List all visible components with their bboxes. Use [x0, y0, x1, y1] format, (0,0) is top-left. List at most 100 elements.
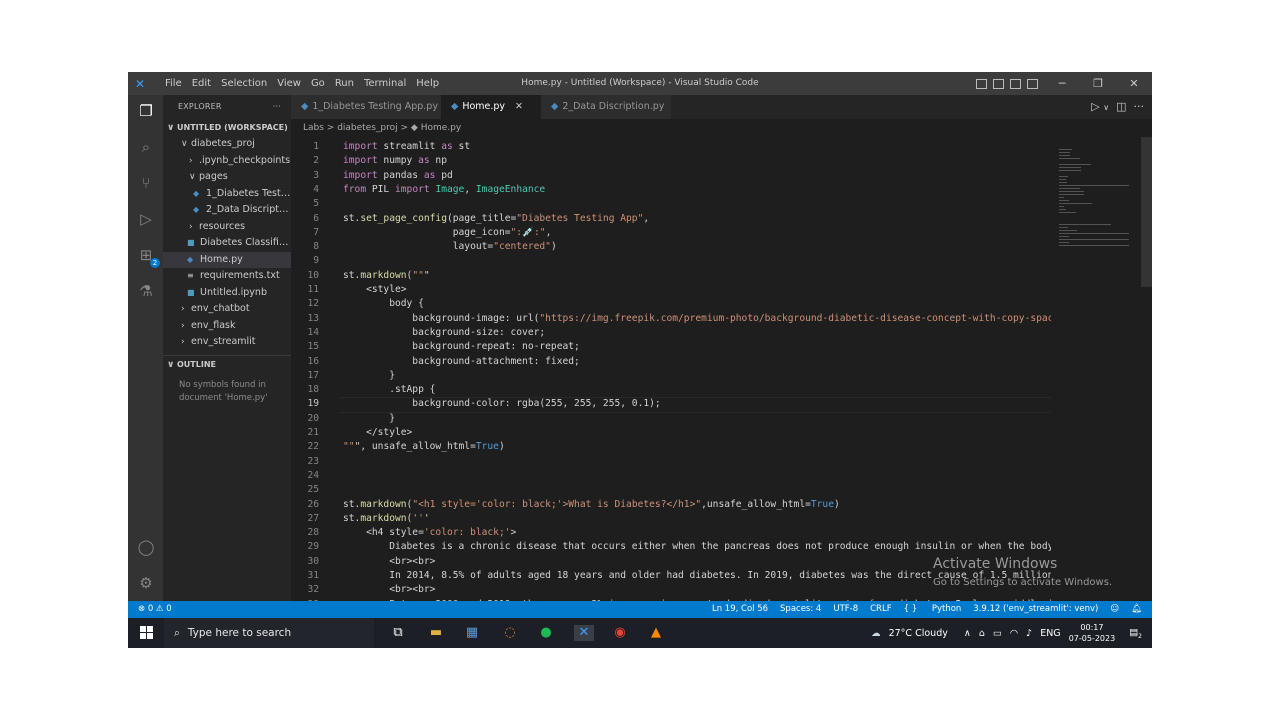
- minimize-button[interactable]: ─: [1044, 72, 1080, 95]
- code-line[interactable]: from PIL import Image, ImageEnhance: [343, 184, 545, 195]
- vscode-taskbar-icon[interactable]: ✕: [574, 625, 594, 641]
- jupyter-icon[interactable]: ◌: [502, 625, 518, 641]
- toggle-sidebar-icon[interactable]: [976, 78, 987, 89]
- code-line[interactable]: import numpy as np: [343, 155, 447, 166]
- testing-icon[interactable]: ⚗: [136, 281, 156, 301]
- code-line[interactable]: </style>: [343, 427, 412, 438]
- code-line[interactable]: }: [343, 413, 395, 424]
- code-line[interactable]: Diabetes is a chronic disease that occur…: [343, 541, 1051, 552]
- extensions-icon[interactable]: ⊞ 2: [136, 245, 160, 268]
- chevron-down-icon[interactable]: ∨: [1103, 103, 1109, 112]
- code-line[interactable]: .stApp {: [343, 384, 435, 395]
- code-line[interactable]: background-repeat: no-repeat;: [343, 341, 580, 352]
- folder-resources[interactable]: › resources: [163, 219, 291, 236]
- code-line[interactable]: layout="centered"): [343, 241, 557, 252]
- clock[interactable]: 00:17 07-05-2023: [1069, 622, 1116, 644]
- code-line[interactable]: import streamlit as st: [343, 141, 470, 152]
- outline-section[interactable]: ∨ OUTLINE: [163, 354, 291, 373]
- code-line[interactable]: background-image: url("https://img.freep…: [343, 313, 1051, 324]
- notifications-bell-icon[interactable]: 🔔︎: [1131, 601, 1142, 618]
- code-line[interactable]: <br><br>: [343, 584, 435, 595]
- code-line[interactable]: page_icon=":💉:",: [343, 227, 552, 238]
- weather-icon[interactable]: ☁: [871, 628, 881, 639]
- folder-pages[interactable]: ∨ pages: [163, 169, 291, 186]
- menu-selection[interactable]: Selection: [216, 72, 272, 95]
- file-diabetes-classification[interactable]: ■ Diabetes Classificat...: [163, 235, 291, 252]
- encoding[interactable]: UTF-8: [833, 601, 858, 618]
- notepad-icon[interactable]: ▦: [464, 625, 480, 641]
- run-debug-icon[interactable]: ▷: [136, 209, 156, 229]
- explorer-icon[interactable]: ❐: [136, 101, 156, 121]
- code-line[interactable]: st.markdown(''': [343, 513, 430, 524]
- file-home-py[interactable]: ◆ Home.py: [163, 251, 291, 268]
- spotify-icon[interactable]: ●: [538, 625, 554, 641]
- taskbar-search-box[interactable]: ⌕ Type here to search: [164, 618, 374, 648]
- code-line[interactable]: background-size: cover;: [343, 327, 545, 338]
- windows-start-icon[interactable]: [140, 626, 153, 639]
- code-line[interactable]: <br><br>: [343, 556, 435, 567]
- split-editor-icon[interactable]: ◫: [1116, 100, 1126, 113]
- volume-icon[interactable]: ♪: [1026, 628, 1032, 639]
- tab-diabetes-testing-app[interactable]: ◆ 1_Diabetes Testing App.py: [291, 95, 441, 119]
- code-line[interactable]: background-attachment: fixed;: [343, 356, 580, 367]
- file-untitled-ipynb[interactable]: ■ Untitled.ipynb: [163, 285, 291, 302]
- input-language[interactable]: ENG: [1040, 628, 1060, 639]
- breadcrumb[interactable]: Labs > diabetes_proj > ◆ Home.py: [291, 119, 1152, 137]
- task-view-icon[interactable]: ⧉: [390, 625, 406, 641]
- workspace-section[interactable]: ∨ UNTITLED (WORKSPACE): [163, 119, 291, 136]
- feedback-icon[interactable]: ☺: [1110, 601, 1119, 618]
- run-python-icon[interactable]: ▷: [1091, 100, 1099, 113]
- close-button[interactable]: ✕: [1116, 72, 1152, 95]
- code-line[interactable]: <style>: [343, 284, 406, 295]
- menu-view[interactable]: View: [272, 72, 306, 95]
- python-interpreter[interactable]: 3.9.12 ('env_streamlit': venv): [973, 601, 1098, 618]
- minimap[interactable]: [1051, 137, 1139, 601]
- more-actions-icon[interactable]: ···: [273, 95, 281, 119]
- folder-env-flask[interactable]: › env_flask: [163, 318, 291, 335]
- notification-center-icon[interactable]: ▤2: [1129, 627, 1142, 640]
- settings-gear-icon[interactable]: ⚙: [136, 573, 156, 593]
- indentation[interactable]: Spaces: 4: [780, 601, 821, 618]
- wifi-icon[interactable]: ◠: [1010, 628, 1018, 639]
- toggle-secondary-sidebar-icon[interactable]: [1010, 78, 1021, 89]
- menu-run[interactable]: Run: [330, 72, 359, 95]
- toggle-panel-icon[interactable]: [993, 78, 1004, 89]
- tab-home-py[interactable]: ◆ Home.py ✕: [441, 95, 541, 119]
- problems-indicator[interactable]: ⊗ 0 ⚠ 0: [138, 601, 172, 618]
- folder-env-streamlit[interactable]: › env_streamlit: [163, 334, 291, 351]
- code-line[interactable]: st.markdown("<h1 style='color: black;'>W…: [343, 499, 840, 510]
- code-line[interactable]: import pandas as pd: [343, 170, 453, 181]
- code-editor[interactable]: 1 import streamlit as st 2 import numpy as …: [291, 137, 1051, 601]
- file-data-discription[interactable]: ◆ 2_Data Discriptio...: [163, 202, 291, 219]
- source-control-icon[interactable]: ⑂: [136, 173, 156, 193]
- code-line[interactable]: background-color: rgba(255, 255, 255, 0.…: [343, 398, 660, 409]
- weather-text[interactable]: 27°C Cloudy: [889, 628, 948, 639]
- customize-layout-icon[interactable]: [1027, 78, 1038, 89]
- network-icon[interactable]: ⌂: [979, 628, 985, 639]
- folder-diabetes-proj[interactable]: ∨ diabetes_proj: [163, 136, 291, 153]
- language-mode[interactable]: { } Python: [904, 601, 962, 618]
- file-diabetes-testing[interactable]: ◆ 1_Diabetes Testin...: [163, 186, 291, 203]
- chevron-up-icon[interactable]: ∧: [964, 628, 971, 639]
- menu-go[interactable]: Go: [306, 72, 330, 95]
- code-line[interactable]: st.set_page_config(page_title="Diabetes …: [343, 213, 649, 224]
- code-line[interactable]: """, unsafe_allow_html=True): [343, 441, 505, 452]
- folder-env-chatbot[interactable]: › env_chatbot: [163, 301, 291, 318]
- menu-terminal[interactable]: Terminal: [359, 72, 411, 95]
- more-actions-icon[interactable]: ···: [1134, 100, 1145, 113]
- cursor-position[interactable]: Ln 19, Col 56: [712, 601, 768, 618]
- search-icon[interactable]: ⌕: [136, 137, 156, 157]
- menu-help[interactable]: Help: [411, 72, 444, 95]
- line-ending[interactable]: CRLF: [870, 601, 891, 618]
- vertical-scrollbar[interactable]: [1141, 137, 1152, 287]
- vlc-icon[interactable]: ▲: [648, 625, 664, 641]
- file-explorer-icon[interactable]: ▬: [428, 625, 444, 641]
- menu-edit[interactable]: Edit: [187, 72, 216, 95]
- code-line[interactable]: }: [343, 370, 395, 381]
- code-line[interactable]: <h4 style='color: black;'>: [343, 527, 516, 538]
- accounts-icon[interactable]: ◯: [136, 537, 156, 557]
- code-line[interactable]: body {: [343, 298, 424, 309]
- close-tab-icon[interactable]: ✕: [515, 101, 523, 112]
- tab-data-discription[interactable]: ◆ 2_Data Discription.py: [541, 95, 671, 119]
- menu-file[interactable]: File: [160, 72, 187, 95]
